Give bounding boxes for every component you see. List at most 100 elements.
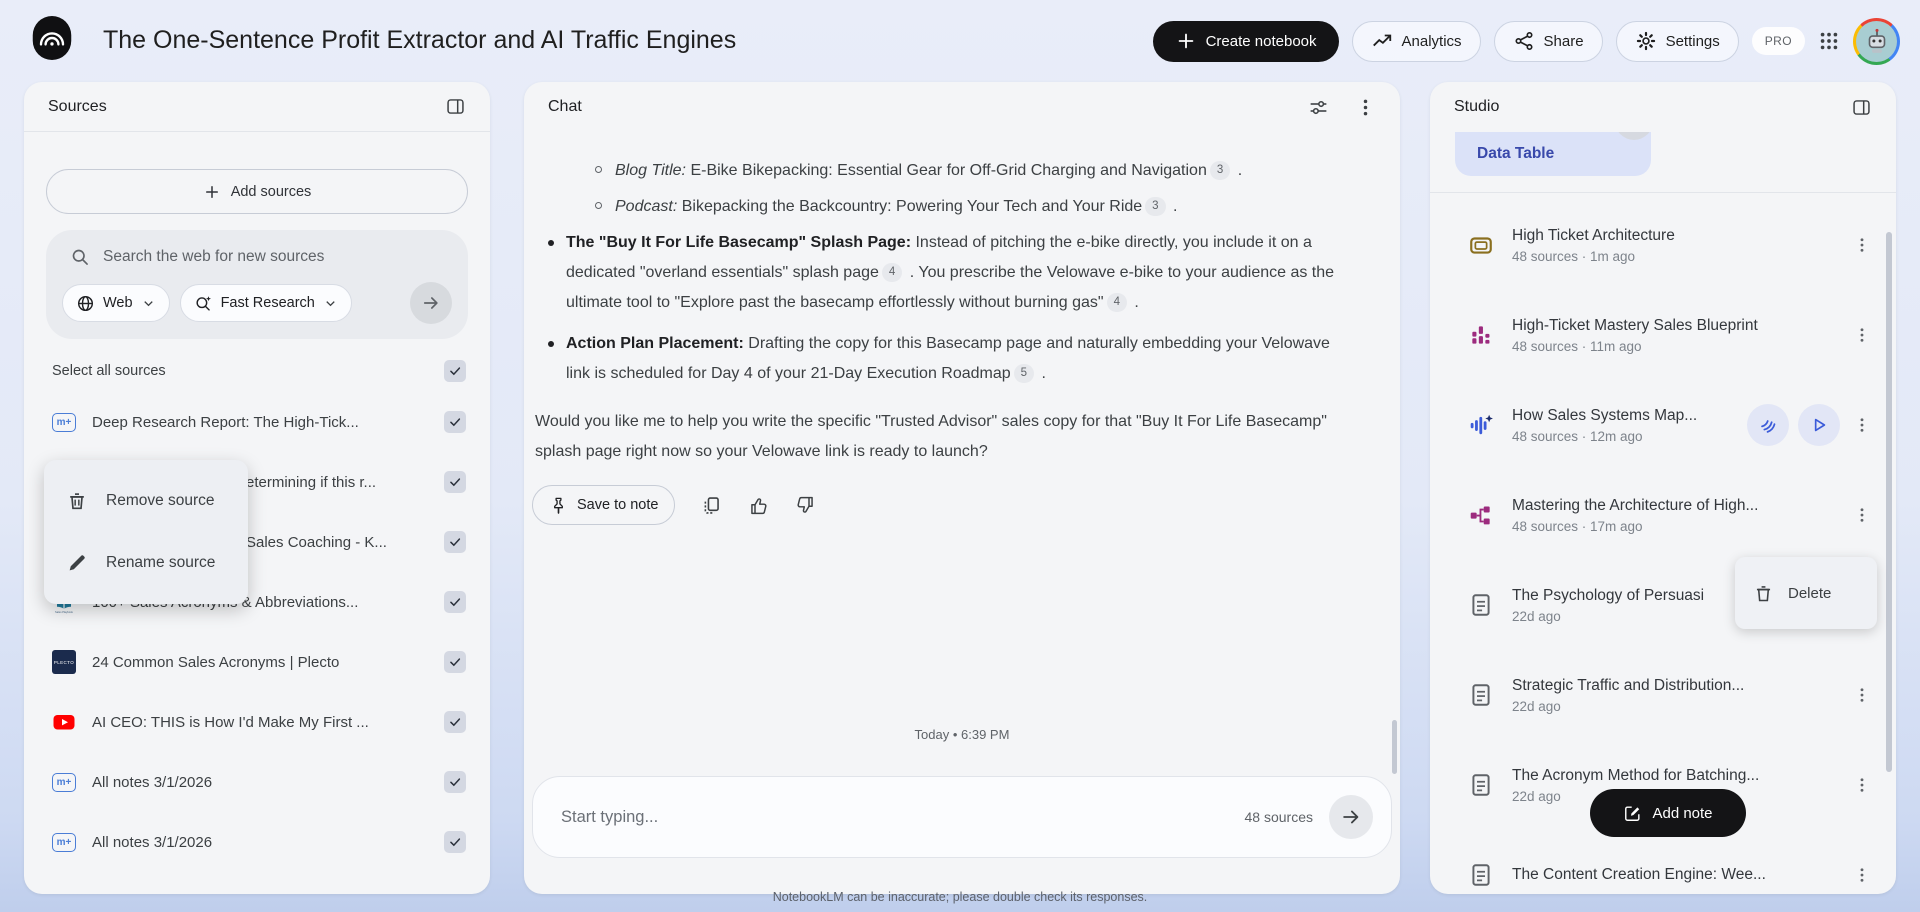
chat-scrollbar[interactable]	[1392, 720, 1397, 774]
more-vert-icon[interactable]	[1355, 97, 1376, 118]
source-row[interactable]: m+ All notes 3/1/2026	[24, 752, 490, 812]
avatar[interactable]	[1853, 17, 1900, 65]
arrow-right-icon	[1343, 810, 1359, 824]
citation-badge[interactable]: 4	[881, 263, 903, 282]
fast-research-dropdown[interactable]: Fast Research	[179, 284, 352, 322]
data-table-chip[interactable]: Data Table	[1455, 132, 1651, 176]
citation-badge[interactable]: 5	[1013, 364, 1035, 383]
settings-button[interactable]: Settings	[1615, 20, 1739, 62]
trash-icon	[1756, 585, 1771, 601]
citation-badge[interactable]: 3	[1145, 197, 1166, 216]
youtube-source-icon	[52, 710, 76, 734]
studio-scrollbar[interactable]	[1886, 232, 1892, 772]
report-icon	[1468, 772, 1494, 798]
thumbs-up-icon[interactable]	[748, 495, 769, 516]
expand-panel-icon[interactable]	[1851, 97, 1872, 118]
source-checkbox[interactable]	[444, 531, 466, 553]
plus-icon	[1178, 33, 1193, 49]
audio-icon	[1468, 412, 1494, 438]
search-submit-button[interactable]	[410, 282, 452, 324]
search-input[interactable]	[103, 248, 452, 266]
studio-item-menu-button[interactable]	[1852, 686, 1872, 704]
tune-icon[interactable]	[1308, 97, 1329, 118]
share-button[interactable]: Share	[1493, 20, 1603, 62]
sources-panel: Sources Add sources Web Fast Research	[24, 82, 490, 894]
source-context-menu: Remove source Rename source	[44, 460, 248, 604]
header-actions: Create notebook Analytics Share Settings…	[1152, 17, 1900, 65]
add-note-button[interactable]: Add note	[1590, 789, 1746, 837]
globe-icon	[77, 295, 94, 311]
studio-item-meta: 48 sources · 11m ago	[1512, 338, 1642, 354]
add-sources-button[interactable]: Add sources	[46, 169, 468, 214]
studio-item-meta: 48 sources · 1m ago	[1512, 248, 1636, 264]
edit-note-icon	[1625, 805, 1641, 821]
studio-item-row[interactable]: The Content Creation Engine: Wee...	[1430, 830, 1896, 894]
answer-actions: Save to note	[532, 485, 1400, 525]
studio-item-menu-button[interactable]	[1852, 326, 1872, 344]
trending-up-icon	[1372, 34, 1391, 47]
collapse-panel-icon[interactable]	[445, 96, 466, 117]
chat-paragraph: Would you like me to help you write the …	[535, 413, 1327, 460]
source-checkbox[interactable]	[444, 651, 466, 673]
source-row[interactable]: PLECTO 24 Common Sales Acronyms | Plecto	[24, 632, 490, 692]
studio-item-menu-button[interactable]	[1852, 506, 1872, 524]
source-checkbox[interactable]	[444, 771, 466, 793]
gear-icon	[1636, 31, 1655, 51]
chevron-down-icon	[143, 300, 153, 306]
web-source-dropdown[interactable]: Web	[62, 284, 170, 322]
source-checkbox[interactable]	[444, 411, 466, 433]
source-row[interactable]: m+ All notes 3/1/2026	[24, 812, 490, 872]
bullet-marker	[535, 228, 566, 318]
studio-panel: Studio Data Table High Ticket Architectu…	[1430, 82, 1896, 894]
chat-input-box: 48 sources	[532, 776, 1392, 858]
notebook-title[interactable]: The One-Sentence Profit Extractor and AI…	[103, 26, 736, 55]
apps-grid-icon[interactable]	[1818, 30, 1840, 52]
studio-item-menu-button[interactable]	[1852, 776, 1872, 794]
remove-source-menu-item[interactable]: Remove source	[44, 470, 248, 532]
source-title: etermining if this r...	[246, 473, 377, 491]
studio-item-menu-button[interactable]	[1852, 866, 1872, 884]
citation-badge[interactable]: 3	[1209, 161, 1231, 180]
studio-item-menu-button[interactable]	[1852, 236, 1872, 254]
chat-bullet-item: Action Plan Placement: Drafting the copy…	[535, 329, 1336, 389]
citation-badge[interactable]: 4	[1106, 293, 1127, 312]
studio-panel-title: Studio	[1454, 98, 1500, 115]
report-icon	[1468, 862, 1494, 888]
studio-item-row[interactable]: High-Ticket Mastery Sales Blueprint 48 so…	[1430, 290, 1896, 380]
studio-item-title: High Ticket Architecture	[1512, 226, 1675, 244]
studio-item-row[interactable]: Mastering the Architecture of High... 48 …	[1430, 470, 1896, 560]
source-checkbox[interactable]	[444, 711, 466, 733]
interactive-mode-button[interactable]	[1747, 404, 1789, 446]
source-row[interactable]: AI CEO: THIS is How I'd Make My First ..…	[24, 692, 490, 752]
chat-input[interactable]	[561, 807, 1245, 827]
copy-icon[interactable]	[701, 495, 722, 516]
source-checkbox[interactable]	[444, 591, 466, 613]
source-title: AI CEO: THIS is How I'd Make My First ..…	[92, 713, 369, 731]
studio-item-row[interactable]: How Sales Systems Map... 48 sources · 12m…	[1430, 380, 1896, 470]
save-to-note-button[interactable]: Save to note	[532, 485, 676, 525]
studio-item-row[interactable]: Strategic Traffic and Distribution... 22d…	[1430, 650, 1896, 740]
svg-text:Sales Playbook: Sales Playbook	[55, 610, 74, 614]
bullet-marker	[595, 156, 615, 186]
studio-delete-menu-item[interactable]: Delete	[1735, 557, 1877, 629]
send-message-button[interactable]	[1329, 795, 1373, 839]
report-icon	[1468, 682, 1494, 708]
studio-item-meta: 22d ago	[1512, 698, 1561, 714]
rename-source-menu-item[interactable]: Rename source	[44, 532, 248, 594]
avatar-robot-image	[1856, 20, 1897, 62]
studio-item-title: Mastering the Architecture of High...	[1512, 496, 1759, 514]
select-all-checkbox[interactable]	[444, 360, 466, 382]
sources-panel-title: Sources	[48, 97, 107, 115]
source-row[interactable]: m+ Deep Research Report: The High-Tick...	[24, 392, 490, 452]
analytics-button[interactable]: Analytics	[1351, 20, 1481, 62]
create-notebook-button[interactable]: Create notebook	[1152, 20, 1339, 62]
thumbs-down-icon[interactable]	[795, 495, 816, 516]
select-all-row: Select all sources	[52, 360, 466, 382]
studio-item-row[interactable]: High Ticket Architecture 48 sources · 1m …	[1430, 200, 1896, 290]
source-checkbox[interactable]	[444, 831, 466, 853]
chat-bullet-item: Podcast: Bikepacking the Backcountry: Po…	[595, 192, 1336, 222]
play-audio-button[interactable]	[1798, 404, 1840, 446]
mplus-source-icon: m+	[52, 410, 76, 434]
studio-item-menu-button[interactable]	[1852, 416, 1872, 434]
source-checkbox[interactable]	[444, 471, 466, 493]
